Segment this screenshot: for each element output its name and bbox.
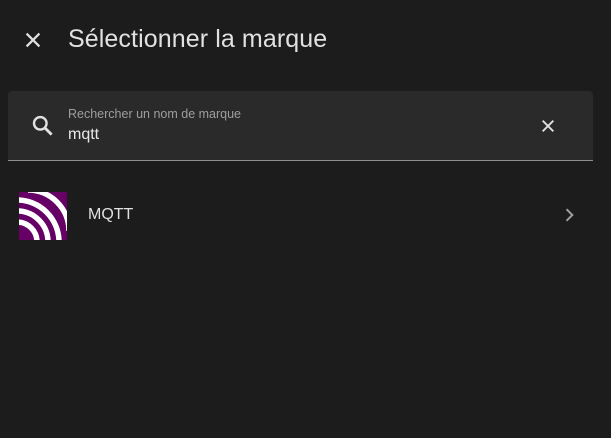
list-item[interactable]: MQTT <box>0 170 611 262</box>
close-button[interactable] <box>17 24 49 56</box>
clear-search-button[interactable] <box>536 114 560 138</box>
corner-artifact <box>607 0 611 6</box>
brand-picker-dialog: Sélectionner la marque Rechercher un nom… <box>0 0 611 438</box>
chevron-right-icon <box>565 208 574 222</box>
search-input[interactable] <box>67 124 527 146</box>
search-icon <box>32 115 53 136</box>
clear-icon <box>542 120 554 132</box>
brand-name: MQTT <box>88 206 134 223</box>
mqtt-logo-icon <box>19 192 67 240</box>
close-icon <box>25 32 41 48</box>
dialog-header: Sélectionner la marque <box>0 0 611 80</box>
search-label: Rechercher un nom de marque <box>68 107 242 121</box>
brand-list: MQTT <box>0 170 611 262</box>
dialog-title: Sélectionner la marque <box>68 25 328 53</box>
search-field[interactable]: Rechercher un nom de marque <box>8 91 593 161</box>
